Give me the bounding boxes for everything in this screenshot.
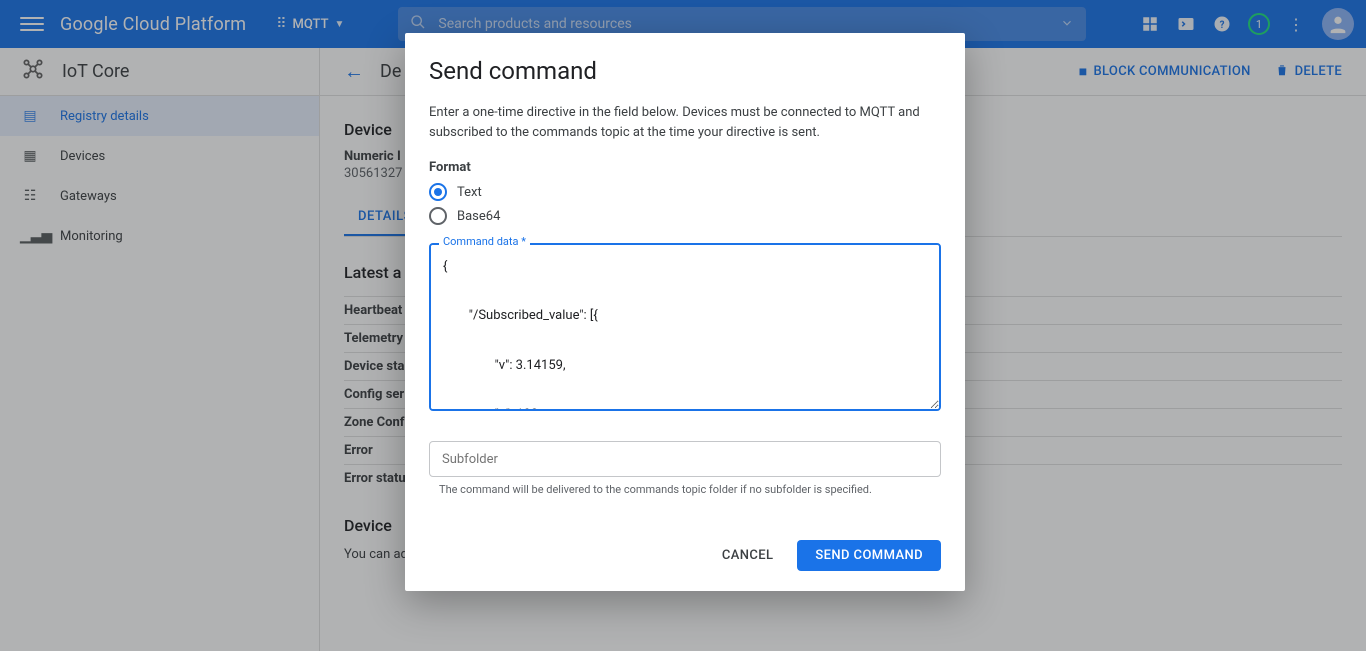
radio-icon [429, 207, 447, 225]
command-data-textarea[interactable] [429, 243, 941, 411]
send-command-dialog: Send command Enter a one-time directive … [405, 33, 965, 591]
radio-base64[interactable]: Base64 [429, 207, 941, 225]
command-data-label: Command data * [439, 235, 530, 248]
radio-icon [429, 183, 447, 201]
command-data-field: Command data * [429, 243, 941, 415]
send-command-button[interactable]: SEND COMMAND [797, 540, 941, 571]
subfolder-input[interactable] [429, 441, 941, 477]
radio-text[interactable]: Text [429, 183, 941, 201]
dialog-title: Send command [429, 57, 941, 85]
dialog-description: Enter a one-time directive in the field … [429, 103, 941, 142]
dialog-actions: CANCEL SEND COMMAND [429, 540, 941, 571]
radio-label: Text [457, 185, 482, 200]
format-label: Format [429, 160, 941, 175]
radio-label: Base64 [457, 209, 500, 224]
subfolder-helper: The command will be delivered to the com… [429, 483, 941, 496]
cancel-button[interactable]: CANCEL [708, 540, 788, 571]
